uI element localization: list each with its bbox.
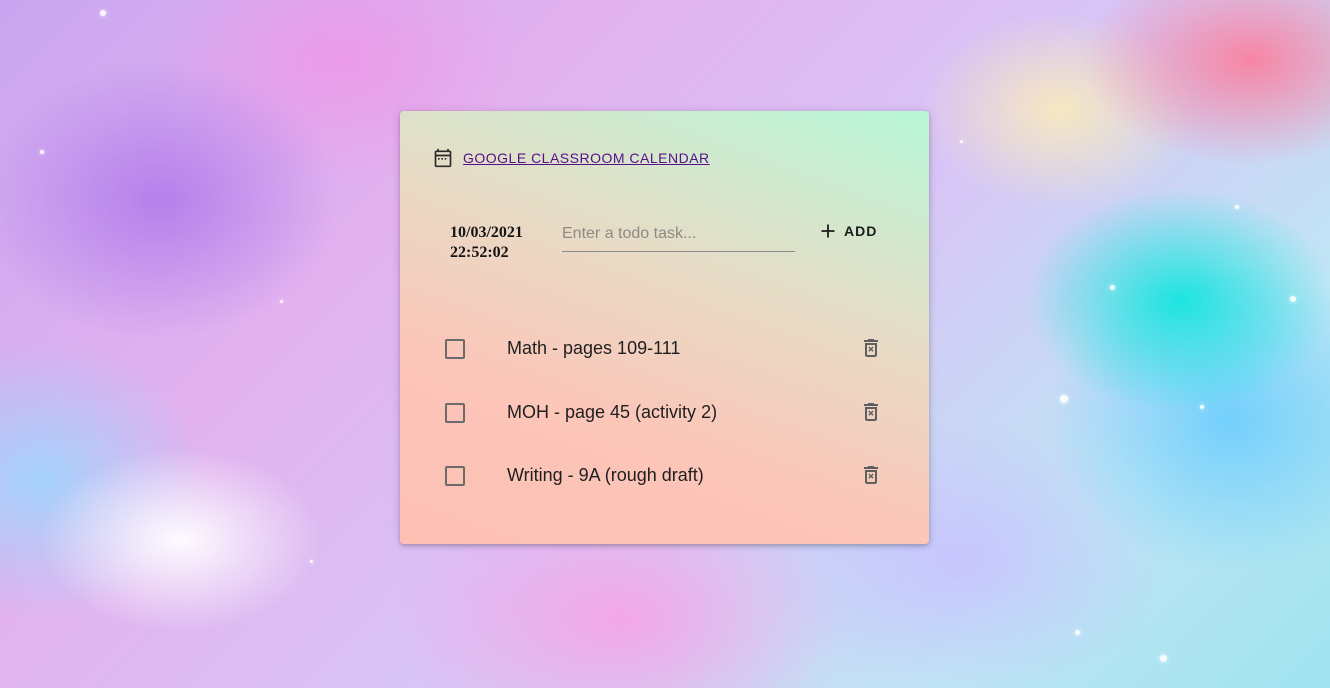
- calendar-icon: [434, 148, 452, 168]
- calendar-link-label: GOOGLE CLASSROOM CALENDAR: [463, 150, 710, 166]
- delete-task-button[interactable]: [859, 400, 883, 424]
- add-task-button[interactable]: ADD: [814, 215, 883, 247]
- current-time: 22:52:02: [450, 244, 509, 261]
- todo-item: MOH - page 45 (activity 2): [400, 381, 929, 445]
- google-classroom-calendar-link[interactable]: GOOGLE CLASSROOM CALENDAR: [433, 148, 710, 168]
- todo-item: Math - pages 109-111: [400, 317, 929, 381]
- delete-task-button[interactable]: [859, 463, 883, 487]
- current-datetime: 10/03/2021 22:52:02: [450, 223, 523, 263]
- todo-card: GOOGLE CLASSROOM CALENDAR 10/03/2021 22:…: [400, 111, 929, 544]
- todo-item: Writing - 9A (rough draft): [400, 444, 929, 508]
- delete-forever-icon: [864, 466, 878, 484]
- add-button-label: ADD: [844, 223, 878, 239]
- current-date: 10/03/2021: [450, 224, 523, 241]
- todo-text: Writing - 9A (rough draft): [507, 465, 704, 485]
- todo-list: Math - pages 109-111 MOH - page 45 (acti…: [400, 317, 929, 508]
- delete-forever-icon: [864, 402, 878, 421]
- plus-icon: [821, 224, 835, 238]
- todo-checkbox[interactable]: [445, 466, 465, 486]
- todo-text: Math - pages 109-111: [507, 338, 681, 358]
- todo-task-input[interactable]: [562, 217, 795, 252]
- todo-checkbox[interactable]: [445, 402, 465, 423]
- delete-forever-icon: [864, 339, 878, 357]
- todo-text: MOH - page 45 (activity 2): [507, 401, 718, 422]
- todo-checkbox[interactable]: [445, 339, 465, 359]
- delete-task-button[interactable]: [859, 336, 883, 360]
